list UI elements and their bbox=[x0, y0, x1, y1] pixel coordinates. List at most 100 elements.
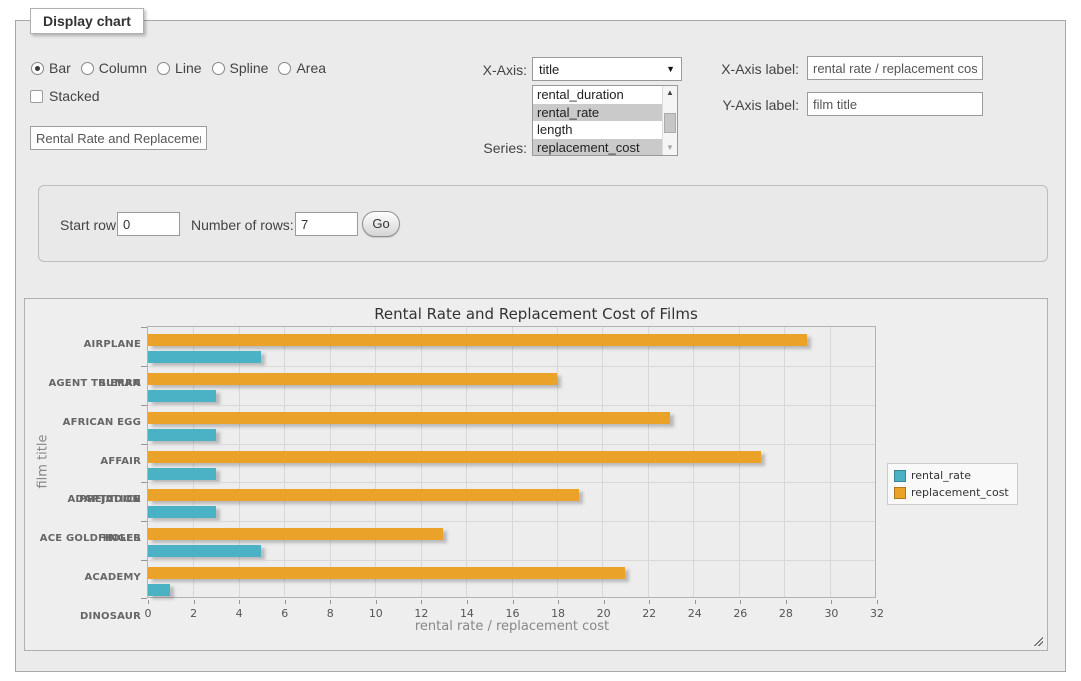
series-option-length[interactable]: length bbox=[533, 121, 662, 139]
bar-rental_rate bbox=[148, 429, 216, 441]
radio-label: Line bbox=[175, 60, 201, 76]
gridline bbox=[148, 560, 875, 561]
radio-column[interactable]: Column bbox=[81, 60, 147, 76]
x-axis-tick bbox=[604, 600, 605, 604]
y-axis-tick bbox=[141, 444, 147, 445]
category-label: AFFAIR PREJUDICE bbox=[39, 443, 141, 482]
start-row-label: Start row: bbox=[60, 217, 120, 233]
legend-label: replacement_cost bbox=[911, 486, 1009, 499]
category-label: AFRICAN EGG bbox=[39, 404, 141, 443]
bar-replacement_cost bbox=[148, 334, 807, 346]
y-axis-tick bbox=[141, 598, 147, 599]
bar-rental_rate bbox=[148, 506, 216, 518]
gridline bbox=[148, 366, 875, 367]
y-axis-tick bbox=[141, 405, 147, 406]
gridline bbox=[148, 482, 875, 483]
chart-x-axis-label: rental rate / replacement cost bbox=[312, 619, 712, 634]
legend-swatch bbox=[894, 487, 906, 499]
y-axis-label-caption: Y-Axis label: bbox=[649, 97, 799, 113]
x-tick-label: 2 bbox=[190, 607, 197, 620]
scrollbar-thumb[interactable] bbox=[664, 113, 676, 133]
series-options: rental_durationrental_ratelengthreplacem… bbox=[533, 86, 662, 155]
y-axis-tick bbox=[141, 521, 147, 522]
x-tick-label: 30 bbox=[824, 607, 838, 620]
bar-rental_rate bbox=[148, 351, 261, 363]
x-axis-tick bbox=[786, 600, 787, 604]
series-select-label: Series: bbox=[406, 140, 527, 156]
num-rows-input[interactable] bbox=[295, 212, 358, 236]
chart-container: Rental Rate and Replacement Cost of Film… bbox=[24, 298, 1048, 651]
stacked-label: Stacked bbox=[49, 88, 100, 104]
x-axis-label-input[interactable] bbox=[807, 56, 983, 80]
gridline bbox=[784, 327, 785, 597]
radio-label: Area bbox=[296, 60, 326, 76]
category-label: AGENT TRUMAN bbox=[39, 365, 141, 404]
radio-circle bbox=[31, 62, 44, 75]
x-axis-tick bbox=[148, 600, 149, 604]
x-axis-select-label: X-Axis: bbox=[406, 62, 527, 78]
radio-circle bbox=[212, 62, 225, 75]
y-axis-label-input[interactable] bbox=[807, 92, 983, 116]
x-axis-tick bbox=[467, 600, 468, 604]
radio-circle bbox=[81, 62, 94, 75]
bar-replacement_cost bbox=[148, 451, 761, 463]
gridline bbox=[148, 405, 875, 406]
row-range-panel: Start row: Number of rows: Go bbox=[38, 185, 1048, 262]
x-axis-tick bbox=[558, 600, 559, 604]
x-axis-tick bbox=[649, 600, 650, 604]
radio-circle bbox=[278, 62, 291, 75]
bar-rental_rate bbox=[148, 468, 216, 480]
scroll-down-icon[interactable]: ▼ bbox=[663, 141, 677, 155]
legend-swatch bbox=[894, 470, 906, 482]
series-option-replacement_cost[interactable]: replacement_cost bbox=[533, 139, 662, 157]
fieldset-legend: Display chart bbox=[30, 8, 144, 34]
series-option-rental_rate[interactable]: rental_rate bbox=[533, 104, 662, 122]
x-tick-label: 4 bbox=[236, 607, 243, 620]
radio-area[interactable]: Area bbox=[278, 60, 326, 76]
chart-legend: rental_ratereplacement_cost bbox=[887, 463, 1018, 505]
bar-replacement_cost bbox=[148, 489, 579, 501]
x-axis-tick bbox=[330, 600, 331, 604]
x-axis-tick bbox=[740, 600, 741, 604]
series-multiselect[interactable]: rental_durationrental_ratelengthreplacem… bbox=[532, 85, 678, 156]
start-row-input[interactable] bbox=[117, 212, 180, 236]
y-axis-tick bbox=[141, 560, 147, 561]
y-axis-tick bbox=[141, 482, 147, 483]
stacked-checkbox-row[interactable]: Stacked bbox=[30, 88, 100, 104]
radio-line[interactable]: Line bbox=[157, 60, 201, 76]
x-axis-tick bbox=[376, 600, 377, 604]
display-chart-panel: BarColumnLineSplineArea Stacked X-Axis: … bbox=[15, 20, 1066, 672]
radio-circle bbox=[157, 62, 170, 75]
series-option-rental_duration[interactable]: rental_duration bbox=[533, 86, 662, 104]
category-label: AIRPLANE SIERRA bbox=[39, 326, 141, 365]
num-rows-label: Number of rows: bbox=[191, 217, 294, 233]
y-axis-tick bbox=[141, 366, 147, 367]
x-axis-tick bbox=[877, 600, 878, 604]
y-axis-tick bbox=[141, 327, 147, 328]
radio-spline[interactable]: Spline bbox=[212, 60, 269, 76]
chart-title-input[interactable] bbox=[30, 126, 207, 150]
x-tick-label: 6 bbox=[281, 607, 288, 620]
radio-bar[interactable]: Bar bbox=[31, 60, 71, 76]
x-axis-selected-value: title bbox=[539, 62, 559, 77]
bar-replacement_cost bbox=[148, 373, 557, 385]
x-axis-tick bbox=[239, 600, 240, 604]
gridline bbox=[830, 327, 831, 597]
bar-replacement_cost bbox=[148, 567, 625, 579]
legend-item-replacement_cost: replacement_cost bbox=[894, 486, 1009, 499]
x-axis-tick bbox=[421, 600, 422, 604]
radio-label: Column bbox=[99, 60, 147, 76]
stacked-checkbox[interactable] bbox=[30, 90, 43, 103]
category-label: ACE GOLDFINGER bbox=[39, 520, 141, 559]
resize-handle-icon[interactable] bbox=[1032, 635, 1043, 646]
bar-rental_rate bbox=[148, 584, 170, 596]
category-label: ACADEMY DINOSAUR bbox=[39, 559, 141, 598]
category-label: ADAPTATION HOLES bbox=[39, 481, 141, 520]
x-axis-tick bbox=[194, 600, 195, 604]
x-tick-label: 28 bbox=[779, 607, 793, 620]
chart-type-radio-group: Bar Column Line Spline Area bbox=[31, 58, 326, 78]
go-button[interactable]: Go bbox=[362, 211, 400, 237]
x-axis-tick bbox=[285, 600, 286, 604]
bar-replacement_cost bbox=[148, 412, 670, 424]
x-axis-tick bbox=[831, 600, 832, 604]
